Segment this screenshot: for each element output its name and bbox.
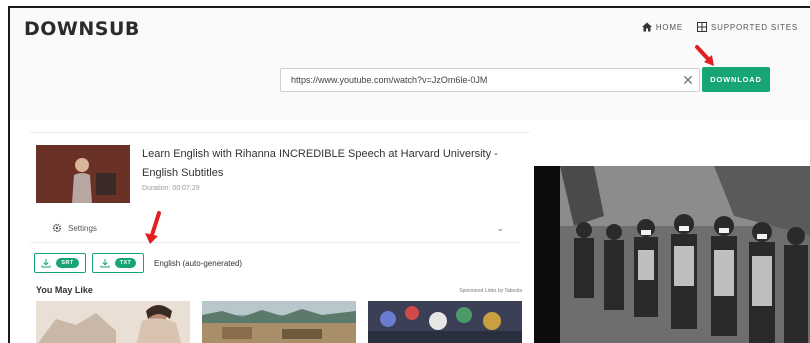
video-duration: Duration: 00:07:29 bbox=[142, 185, 200, 192]
recommendation-thumb-1[interactable] bbox=[36, 301, 190, 343]
site-header: DOWNSUB HOME SUPPORTED SITES ✕ DOWNLOAD bbox=[10, 8, 810, 120]
recommendation-image bbox=[36, 301, 190, 343]
video-title: Learn English with Rihanna INCREDIBLE Sp… bbox=[142, 148, 498, 179]
subtitle-language-label: English (auto-generated) bbox=[154, 258, 243, 268]
download-icon bbox=[100, 259, 110, 268]
url-input[interactable] bbox=[281, 70, 677, 90]
settings-label: Settings bbox=[68, 223, 97, 233]
recommendation-image bbox=[202, 301, 356, 343]
crowd-photo-image bbox=[534, 166, 810, 343]
settings-row: Settings ⌄ bbox=[30, 215, 520, 243]
nav-home-label: HOME bbox=[655, 22, 684, 32]
side-news-photo[interactable] bbox=[534, 166, 810, 343]
video-thumbnail[interactable] bbox=[36, 145, 130, 203]
download-button[interactable]: DOWNLOAD bbox=[702, 67, 770, 92]
close-icon: ✕ bbox=[682, 71, 694, 88]
settings-button[interactable]: Settings bbox=[52, 223, 97, 233]
home-icon bbox=[641, 22, 652, 32]
duration-value: 00:07:29 bbox=[172, 185, 200, 192]
download-srt-button[interactable]: SRT bbox=[34, 253, 86, 273]
sponsored-links-label[interactable]: Sponsored Links by Taboola bbox=[459, 288, 522, 294]
page-frame: DOWNSUB HOME SUPPORTED SITES ✕ DOWNLOAD bbox=[8, 6, 810, 343]
nav-home-link[interactable]: HOME bbox=[641, 22, 684, 32]
nav-supported-sites-link[interactable]: SUPPORTED SITES bbox=[697, 22, 798, 32]
url-search-box: ✕ bbox=[280, 68, 700, 92]
download-txt-button[interactable]: TXT bbox=[92, 253, 144, 273]
subtitle-format-row: SRT TXT English (auto-generated) bbox=[34, 251, 242, 275]
nav-supported-sites-label: SUPPORTED SITES bbox=[711, 22, 798, 32]
gear-icon bbox=[52, 223, 62, 233]
top-nav: HOME SUPPORTED SITES bbox=[641, 22, 798, 32]
grid-icon bbox=[697, 22, 708, 32]
chevron-down-icon[interactable]: ⌄ bbox=[496, 223, 504, 234]
thumbnail-image bbox=[36, 145, 130, 203]
recommendation-image bbox=[368, 301, 522, 343]
txt-format-badge: TXT bbox=[114, 258, 137, 268]
download-icon bbox=[41, 259, 51, 268]
you-may-like-heading: You May Like bbox=[36, 285, 93, 295]
site-logo[interactable]: DOWNSUB bbox=[24, 18, 140, 40]
duration-label: Duration: bbox=[142, 185, 171, 192]
recommendation-thumb-2[interactable] bbox=[202, 301, 356, 343]
srt-format-badge: SRT bbox=[56, 258, 79, 268]
clear-input-button[interactable]: ✕ bbox=[677, 69, 699, 91]
recommendation-thumb-3[interactable] bbox=[368, 301, 522, 343]
annotation-arrow-txt bbox=[145, 211, 161, 244]
annotation-arrow-download bbox=[695, 45, 714, 66]
video-result-card: Learn English with Rihanna INCREDIBLE Sp… bbox=[30, 132, 530, 343]
